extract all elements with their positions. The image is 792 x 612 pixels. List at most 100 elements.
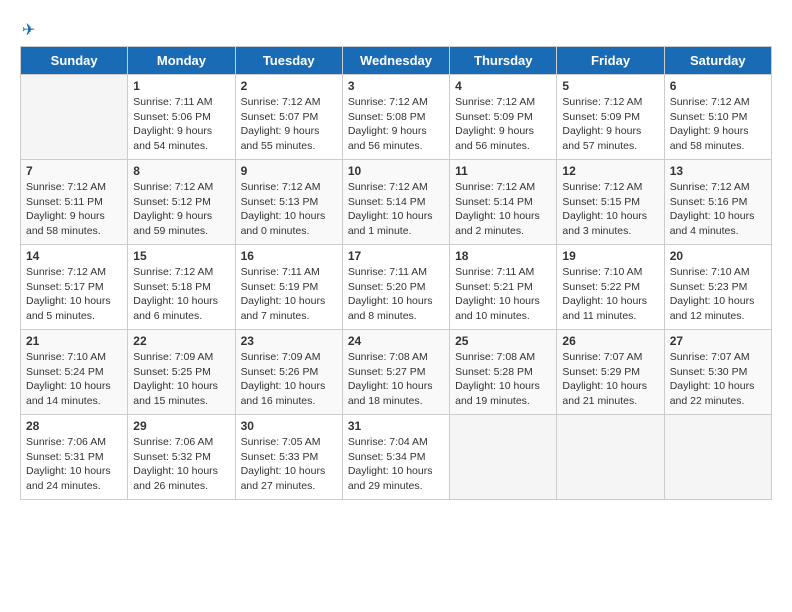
cell-info: Sunrise: 7:12 AMSunset: 5:10 PMDaylight:… bbox=[670, 95, 766, 154]
day-number: 22 bbox=[133, 334, 229, 348]
cell-info: Sunrise: 7:05 AMSunset: 5:33 PMDaylight:… bbox=[241, 435, 337, 494]
calendar-cell: 26 Sunrise: 7:07 AMSunset: 5:29 PMDayligh… bbox=[557, 330, 664, 415]
cell-info: Sunrise: 7:07 AMSunset: 5:30 PMDaylight:… bbox=[670, 350, 766, 409]
calendar-cell: 14 Sunrise: 7:12 AMSunset: 5:17 PMDayligh… bbox=[21, 245, 128, 330]
day-number: 20 bbox=[670, 249, 766, 263]
cell-info: Sunrise: 7:12 AMSunset: 5:11 PMDaylight:… bbox=[26, 180, 122, 239]
cell-info: Sunrise: 7:09 AMSunset: 5:26 PMDaylight:… bbox=[241, 350, 337, 409]
cell-info: Sunrise: 7:12 AMSunset: 5:18 PMDaylight:… bbox=[133, 265, 229, 324]
day-number: 26 bbox=[562, 334, 658, 348]
day-number: 6 bbox=[670, 79, 766, 93]
day-number: 25 bbox=[455, 334, 551, 348]
day-header-saturday: Saturday bbox=[664, 47, 771, 75]
logo: ✈ bbox=[20, 20, 35, 36]
cell-info: Sunrise: 7:11 AMSunset: 5:19 PMDaylight:… bbox=[241, 265, 337, 324]
day-number: 24 bbox=[348, 334, 444, 348]
calendar-cell: 21 Sunrise: 7:10 AMSunset: 5:24 PMDayligh… bbox=[21, 330, 128, 415]
cell-info: Sunrise: 7:11 AMSunset: 5:20 PMDaylight:… bbox=[348, 265, 444, 324]
calendar-cell: 12Sunrise: 7:12 AMSunset: 5:15 PMDayligh… bbox=[557, 160, 664, 245]
calendar-week-5: 28 Sunrise: 7:06 AMSunset: 5:31 PMDayligh… bbox=[21, 415, 772, 500]
calendar-cell: 5Sunrise: 7:12 AMSunset: 5:09 PMDaylight… bbox=[557, 75, 664, 160]
calendar-week-1: 1Sunrise: 7:11 AMSunset: 5:06 PMDaylight… bbox=[21, 75, 772, 160]
day-number: 17 bbox=[348, 249, 444, 263]
day-header-friday: Friday bbox=[557, 47, 664, 75]
cell-info: Sunrise: 7:06 AMSunset: 5:31 PMDaylight:… bbox=[26, 435, 122, 494]
calendar-cell: 17 Sunrise: 7:11 AMSunset: 5:20 PMDayligh… bbox=[342, 245, 449, 330]
cell-info: Sunrise: 7:12 AMSunset: 5:16 PMDaylight:… bbox=[670, 180, 766, 239]
calendar-cell: 7Sunrise: 7:12 AMSunset: 5:11 PMDaylight… bbox=[21, 160, 128, 245]
cell-info: Sunrise: 7:12 AMSunset: 5:17 PMDaylight:… bbox=[26, 265, 122, 324]
calendar-cell: 31Sunrise: 7:04 AMSunset: 5:34 PMDayligh… bbox=[342, 415, 449, 500]
calendar-cell: 29 Sunrise: 7:06 AMSunset: 5:32 PMDayligh… bbox=[128, 415, 235, 500]
cell-info: Sunrise: 7:10 AMSunset: 5:22 PMDaylight:… bbox=[562, 265, 658, 324]
cell-info: Sunrise: 7:08 AMSunset: 5:27 PMDaylight:… bbox=[348, 350, 444, 409]
cell-info: Sunrise: 7:12 AMSunset: 5:07 PMDaylight:… bbox=[241, 95, 337, 154]
calendar-table: SundayMondayTuesdayWednesdayThursdayFrid… bbox=[20, 46, 772, 500]
day-number: 28 bbox=[26, 419, 122, 433]
day-number: 16 bbox=[241, 249, 337, 263]
day-number: 13 bbox=[670, 164, 766, 178]
calendar-cell: 4 Sunrise: 7:12 AMSunset: 5:09 PMDaylight… bbox=[450, 75, 557, 160]
day-number: 21 bbox=[26, 334, 122, 348]
cell-info: Sunrise: 7:07 AMSunset: 5:29 PMDaylight:… bbox=[562, 350, 658, 409]
day-number: 27 bbox=[670, 334, 766, 348]
day-number: 4 bbox=[455, 79, 551, 93]
cell-info: Sunrise: 7:12 AMSunset: 5:08 PMDaylight:… bbox=[348, 95, 444, 154]
calendar-cell bbox=[557, 415, 664, 500]
calendar-cell: 13 Sunrise: 7:12 AMSunset: 5:16 PMDayligh… bbox=[664, 160, 771, 245]
calendar-cell bbox=[21, 75, 128, 160]
calendar-cell: 10 Sunrise: 7:12 AMSunset: 5:14 PMDayligh… bbox=[342, 160, 449, 245]
day-number: 29 bbox=[133, 419, 229, 433]
day-header-thursday: Thursday bbox=[450, 47, 557, 75]
calendar-cell: 3Sunrise: 7:12 AMSunset: 5:08 PMDaylight… bbox=[342, 75, 449, 160]
cell-info: Sunrise: 7:12 AMSunset: 5:12 PMDaylight:… bbox=[133, 180, 229, 239]
day-number: 8 bbox=[133, 164, 229, 178]
calendar-cell: 8 Sunrise: 7:12 AMSunset: 5:12 PMDaylight… bbox=[128, 160, 235, 245]
cell-info: Sunrise: 7:12 AMSunset: 5:09 PMDaylight:… bbox=[562, 95, 658, 154]
day-header-monday: Monday bbox=[128, 47, 235, 75]
calendar-cell: 25 Sunrise: 7:08 AMSunset: 5:28 PMDayligh… bbox=[450, 330, 557, 415]
day-number: 31 bbox=[348, 419, 444, 433]
cell-info: Sunrise: 7:12 AMSunset: 5:09 PMDaylight:… bbox=[455, 95, 551, 154]
cell-info: Sunrise: 7:10 AMSunset: 5:24 PMDaylight:… bbox=[26, 350, 122, 409]
calendar-cell: 19 Sunrise: 7:10 AMSunset: 5:22 PMDayligh… bbox=[557, 245, 664, 330]
calendar-cell: 23 Sunrise: 7:09 AMSunset: 5:26 PMDayligh… bbox=[235, 330, 342, 415]
cell-info: Sunrise: 7:09 AMSunset: 5:25 PMDaylight:… bbox=[133, 350, 229, 409]
calendar-week-4: 21 Sunrise: 7:10 AMSunset: 5:24 PMDayligh… bbox=[21, 330, 772, 415]
cell-info: Sunrise: 7:12 AMSunset: 5:14 PMDaylight:… bbox=[348, 180, 444, 239]
day-number: 2 bbox=[241, 79, 337, 93]
calendar-cell bbox=[450, 415, 557, 500]
cell-info: Sunrise: 7:06 AMSunset: 5:32 PMDaylight:… bbox=[133, 435, 229, 494]
calendar-cell: 24 Sunrise: 7:08 AMSunset: 5:27 PMDayligh… bbox=[342, 330, 449, 415]
day-number: 9 bbox=[241, 164, 337, 178]
calendar-week-3: 14 Sunrise: 7:12 AMSunset: 5:17 PMDayligh… bbox=[21, 245, 772, 330]
day-number: 19 bbox=[562, 249, 658, 263]
day-header-sunday: Sunday bbox=[21, 47, 128, 75]
calendar-cell: 28 Sunrise: 7:06 AMSunset: 5:31 PMDayligh… bbox=[21, 415, 128, 500]
calendar-cell: 22 Sunrise: 7:09 AMSunset: 5:25 PMDayligh… bbox=[128, 330, 235, 415]
day-number: 30 bbox=[241, 419, 337, 433]
day-number: 11 bbox=[455, 164, 551, 178]
calendar-header-row: SundayMondayTuesdayWednesdayThursdayFrid… bbox=[21, 47, 772, 75]
calendar-cell: 11Sunrise: 7:12 AMSunset: 5:14 PMDayligh… bbox=[450, 160, 557, 245]
day-number: 14 bbox=[26, 249, 122, 263]
cell-info: Sunrise: 7:12 AMSunset: 5:13 PMDaylight:… bbox=[241, 180, 337, 239]
day-number: 10 bbox=[348, 164, 444, 178]
calendar-body: 1Sunrise: 7:11 AMSunset: 5:06 PMDaylight… bbox=[21, 75, 772, 500]
calendar-cell: 1Sunrise: 7:11 AMSunset: 5:06 PMDaylight… bbox=[128, 75, 235, 160]
cell-info: Sunrise: 7:08 AMSunset: 5:28 PMDaylight:… bbox=[455, 350, 551, 409]
calendar-cell: 30 Sunrise: 7:05 AMSunset: 5:33 PMDayligh… bbox=[235, 415, 342, 500]
cell-info: Sunrise: 7:12 AMSunset: 5:15 PMDaylight:… bbox=[562, 180, 658, 239]
calendar-cell: 27 Sunrise: 7:07 AMSunset: 5:30 PMDayligh… bbox=[664, 330, 771, 415]
calendar-cell: 18Sunrise: 7:11 AMSunset: 5:21 PMDayligh… bbox=[450, 245, 557, 330]
calendar-week-2: 7Sunrise: 7:12 AMSunset: 5:11 PMDaylight… bbox=[21, 160, 772, 245]
day-number: 15 bbox=[133, 249, 229, 263]
calendar-cell: 6 Sunrise: 7:12 AMSunset: 5:10 PMDaylight… bbox=[664, 75, 771, 160]
day-number: 1 bbox=[133, 79, 229, 93]
page-header: ✈ bbox=[20, 20, 772, 36]
calendar-cell bbox=[664, 415, 771, 500]
cell-info: Sunrise: 7:11 AMSunset: 5:21 PMDaylight:… bbox=[455, 265, 551, 324]
logo-bird-icon: ✈ bbox=[22, 20, 35, 40]
day-number: 23 bbox=[241, 334, 337, 348]
cell-info: Sunrise: 7:10 AMSunset: 5:23 PMDaylight:… bbox=[670, 265, 766, 324]
